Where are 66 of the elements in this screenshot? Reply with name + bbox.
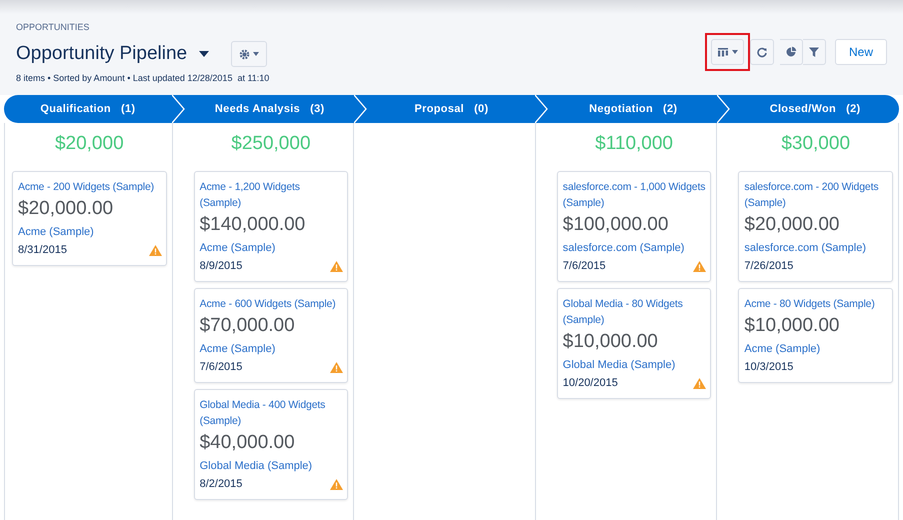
kanban-button[interactable]: [710, 39, 744, 65]
account-link[interactable]: Acme (Sample): [200, 240, 276, 256]
close-date: 8/9/2015: [200, 259, 242, 274]
stage-tab[interactable]: Qualification (1): [4, 95, 172, 123]
settings-button[interactable]: [231, 41, 268, 67]
dropdown-caret-icon[interactable]: [199, 51, 210, 57]
opportunity-card[interactable]: salesforce.com - 200 Widgets (Sample) $20,000.00 salesforce.com (Sample) 7/26/2015: [738, 171, 893, 282]
amount: $70,000.00: [200, 315, 295, 337]
amount: $20,000.00: [18, 198, 114, 220]
filter-button[interactable]: [802, 39, 826, 65]
opportunity-card[interactable]: Global Media - 80 Widgets (Sample) $10,000.00 Global Media (Sample) 10/20/2015: [556, 288, 712, 399]
refresh-icon: [756, 46, 768, 58]
opportunity-card[interactable]: Acme - 80 Widgets (Sample) $10,000.00 Acme (Sample) 10/3/2015: [738, 288, 893, 383]
account-link[interactable]: Acme (Sample): [200, 341, 276, 357]
close-date: 8/31/2015: [18, 243, 67, 258]
opportunity-link[interactable]: Acme - 200 Widgets (Sample): [18, 179, 154, 195]
opportunity-link[interactable]: Global Media - 80 Widgets (Sample): [562, 296, 706, 328]
amount: $40,000.00: [200, 432, 295, 454]
close-date: 7/26/2015: [744, 259, 794, 274]
opportunity-link[interactable]: Acme - 600 Widgets (Sample): [200, 296, 336, 312]
stage-total: $250,000: [231, 133, 311, 155]
object-label: OPPORTUNITIES: [16, 22, 90, 32]
stage-tab[interactable]: Needs Analysis (3): [186, 95, 354, 123]
account-link[interactable]: Acme (Sample): [18, 224, 94, 240]
filter-icon: [808, 46, 820, 58]
stage-tab[interactable]: Closed/Won (2): [731, 95, 899, 123]
opportunity-card[interactable]: Acme - 1,200 Widgets (Sample) $140,000.00 Acme (Sample) 8/9/2015: [194, 171, 348, 282]
stage-tab[interactable]: Proposal (0): [368, 95, 536, 123]
close-date: 10/20/2015: [562, 376, 618, 391]
stage-tab[interactable]: Negotiation (2): [549, 95, 718, 123]
opportunity-link[interactable]: Acme - 80 Widgets (Sample): [744, 296, 875, 312]
list-title: Opportunity Pipeline: [16, 43, 188, 65]
amount: $10,000.00: [744, 315, 840, 337]
opportunity-link[interactable]: Acme - 1,200 Widgets (Sample): [200, 179, 344, 211]
opportunity-card[interactable]: Global Media - 400 Widgets (Sample) $40,000.00 Global Media (Sample) 8/2/2015: [194, 389, 348, 500]
list-info: 8 items • Sorted by Amount • Last updated 12/28/2015 at 11:10: [16, 73, 270, 83]
opportunity-link[interactable]: salesforce.com - 200 Widgets (Sample): [744, 179, 888, 211]
account-link[interactable]: Global Media (Sample): [200, 458, 312, 474]
opportunity-card[interactable]: Acme - 600 Widgets (Sample) $70,000.00 Acme (Sample) 7/6/2015: [194, 288, 348, 383]
gear-icon: [239, 48, 250, 60]
stage-total: $110,000: [595, 133, 673, 155]
stage-total: $30,000: [781, 133, 850, 155]
amount: $100,000.00: [562, 214, 668, 236]
account-link[interactable]: Global Media (Sample): [562, 357, 676, 373]
pie-chart-icon: [784, 46, 797, 58]
account-link[interactable]: salesforce.com (Sample): [562, 240, 684, 256]
close-date: 7/6/2015: [200, 360, 242, 375]
stage-total: $20,000: [54, 133, 124, 155]
caret-icon: [732, 50, 738, 54]
kanban-icon: [716, 46, 729, 58]
new-button[interactable]: New: [834, 39, 887, 65]
amount: $20,000.00: [744, 214, 840, 236]
account-link[interactable]: Acme (Sample): [744, 341, 820, 357]
pie-chart-button[interactable]: [780, 39, 803, 65]
opportunity-card[interactable]: salesforce.com - 1,000 Widgets (Sample) $100,000.00 salesforce.com (Sample) 7/6/2015: [556, 171, 712, 282]
close-date: 10/3/2015: [744, 360, 794, 375]
opportunity-card[interactable]: Acme - 200 Widgets (Sample) $20,000.00 Acme (Sample) 8/31/2015: [12, 171, 167, 266]
opportunity-link[interactable]: Global Media - 400 Widgets (Sample): [200, 397, 344, 429]
caret-icon: [253, 52, 260, 56]
opportunity-link[interactable]: salesforce.com - 1,000 Widgets (Sample): [562, 179, 706, 211]
account-link[interactable]: salesforce.com (Sample): [744, 240, 866, 256]
close-date: 7/6/2015: [562, 259, 606, 274]
amount: $140,000.00: [200, 214, 306, 236]
refresh-button[interactable]: [750, 39, 774, 65]
amount: $10,000.00: [562, 331, 658, 353]
close-date: 8/2/2015: [200, 477, 242, 492]
